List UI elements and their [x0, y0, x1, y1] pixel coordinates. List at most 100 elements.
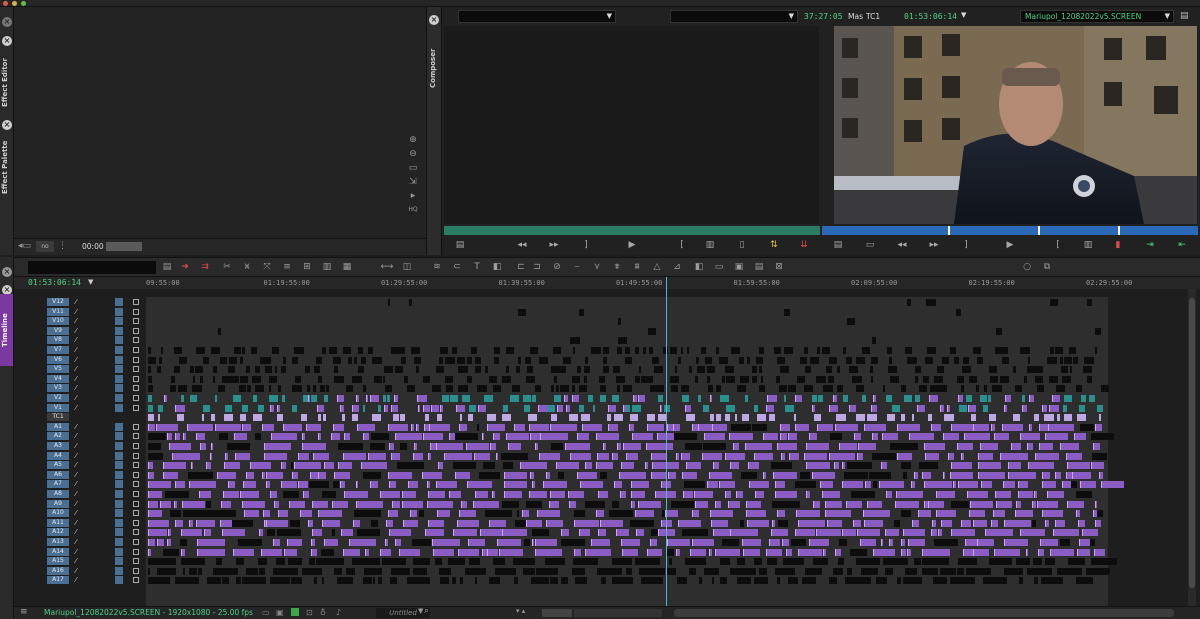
extract-splice-icon[interactable]: ⇉ [198, 261, 212, 274]
timeline-clip[interactable] [579, 529, 590, 537]
track-monitor-icon[interactable] [115, 528, 123, 537]
timeline-clip[interactable] [923, 500, 928, 508]
timeline-clip[interactable] [822, 491, 841, 498]
timeline-clip[interactable] [273, 567, 298, 575]
timeline-clip[interactable] [772, 471, 797, 479]
timeline-clip[interactable] [241, 347, 245, 354]
timeline-clip[interactable] [1050, 548, 1075, 556]
timeline-clip[interactable] [423, 404, 431, 412]
track-header[interactable]: A11 ⁄ [47, 518, 146, 528]
timeline-clip[interactable] [1026, 366, 1037, 374]
timeline-clip[interactable] [1071, 481, 1078, 489]
timeline-clip[interactable] [399, 414, 405, 422]
timeline-clip[interactable] [264, 452, 287, 460]
timeline-clip[interactable] [355, 500, 383, 508]
timeline-clip[interactable] [839, 443, 858, 450]
timeline-clip[interactable] [1055, 347, 1064, 354]
timeline-clip[interactable] [302, 491, 310, 498]
timeline-clip[interactable] [942, 471, 946, 479]
timeline-clip[interactable] [935, 491, 956, 498]
timeline-clip[interactable] [651, 356, 660, 364]
timeline-clip[interactable] [330, 433, 340, 441]
timeline-clip[interactable] [608, 404, 617, 412]
timeline-clip[interactable] [223, 491, 239, 498]
timeline-clip[interactable] [742, 414, 750, 422]
timeline-clip[interactable] [725, 404, 736, 412]
track-name[interactable]: A15 [47, 557, 69, 566]
track-name[interactable]: V6 [47, 355, 69, 364]
timeline-clip[interactable] [613, 414, 623, 422]
track-lane[interactable] [146, 567, 1110, 576]
timeline-clip[interactable] [642, 347, 646, 354]
timeline-clip[interactable] [602, 366, 609, 374]
timeline-clip[interactable] [716, 347, 719, 354]
timeline-clip[interactable] [833, 462, 840, 470]
timeline-clip[interactable] [489, 375, 498, 383]
timeline-clip[interactable] [766, 404, 774, 412]
track-name[interactable]: A9 [47, 499, 69, 508]
timeline-clip[interactable] [380, 491, 400, 498]
close-icon[interactable]: × [2, 17, 12, 27]
trim-icon[interactable]: ⩙ [240, 261, 254, 274]
timeline-clip[interactable] [890, 375, 900, 383]
timeline-clip[interactable] [529, 347, 539, 354]
clear-marks-icon[interactable]: ▥ [1082, 238, 1094, 252]
timeline-clip[interactable] [907, 356, 917, 364]
timeline-clip[interactable] [632, 404, 641, 412]
timeline-clip[interactable] [849, 548, 868, 556]
timeline-clip[interactable] [872, 548, 896, 556]
timeline-clip[interactable] [198, 491, 212, 498]
timeline-clip[interactable] [416, 395, 427, 402]
timeline-clip[interactable] [1049, 347, 1054, 354]
timeline-clip[interactable] [487, 423, 505, 431]
timeline-clip[interactable] [416, 423, 420, 431]
timeline-clip[interactable] [1014, 385, 1022, 393]
timeline-clip[interactable] [905, 347, 912, 354]
track-name[interactable]: A17 [47, 576, 69, 585]
timeline-clip[interactable] [696, 356, 699, 364]
timeline-clip[interactable] [973, 423, 990, 431]
timeline-clip[interactable] [1092, 443, 1101, 450]
timeline-clip[interactable] [715, 548, 741, 556]
timeline-clip[interactable] [479, 471, 501, 479]
track-header[interactable]: V11 ⁄ [47, 307, 146, 317]
timeline-clip[interactable] [390, 577, 398, 585]
source-dropdown[interactable]: ▼ [458, 10, 616, 23]
timeline-clip[interactable] [1060, 443, 1080, 450]
timeline-clip[interactable] [635, 347, 640, 354]
timeline-clip[interactable] [392, 500, 401, 508]
timeline-clip[interactable] [729, 567, 756, 575]
timeline-clip[interactable] [1038, 423, 1048, 431]
timeline-clip[interactable] [342, 347, 352, 354]
timeline-clip[interactable] [493, 347, 501, 354]
timeline-clip[interactable] [535, 385, 541, 393]
focus-icon[interactable]: ◫ [400, 261, 414, 274]
maximize-window-icon[interactable] [21, 1, 26, 6]
timeline-clip[interactable] [611, 577, 633, 585]
timeline-clip[interactable] [1097, 404, 1104, 412]
timeline-clip[interactable] [221, 529, 246, 537]
timeline-clip[interactable] [893, 519, 901, 527]
track-name[interactable]: A2 [47, 432, 69, 441]
timeline-clip[interactable] [826, 519, 842, 527]
timeline-clip[interactable] [768, 539, 781, 546]
timeline-clip[interactable] [373, 375, 383, 383]
track-header[interactable]: TC1 [47, 413, 146, 422]
timeline-clip[interactable] [870, 404, 877, 412]
timeline-clip[interactable] [812, 395, 817, 402]
timeline-clip[interactable] [900, 462, 911, 470]
splice-in-icon[interactable]: ⇅ [768, 238, 780, 252]
timeline-clip[interactable] [724, 414, 731, 422]
timeline-clip[interactable] [496, 539, 521, 546]
timeline-clip[interactable] [259, 529, 263, 537]
timeline-clip[interactable] [938, 385, 947, 393]
monitor-icon[interactable]: ▭ [262, 608, 270, 617]
timeline-clip[interactable] [190, 395, 198, 402]
track-lock-icon[interactable]: ⁄ [71, 442, 81, 450]
timeline-clip[interactable] [897, 423, 920, 431]
timeline-clip[interactable] [878, 481, 905, 489]
timeline-clip[interactable] [886, 414, 895, 422]
timeline-clip[interactable] [410, 423, 414, 431]
slide-icon[interactable]: ⊏ [514, 261, 528, 274]
timeline-clip[interactable] [169, 443, 191, 450]
